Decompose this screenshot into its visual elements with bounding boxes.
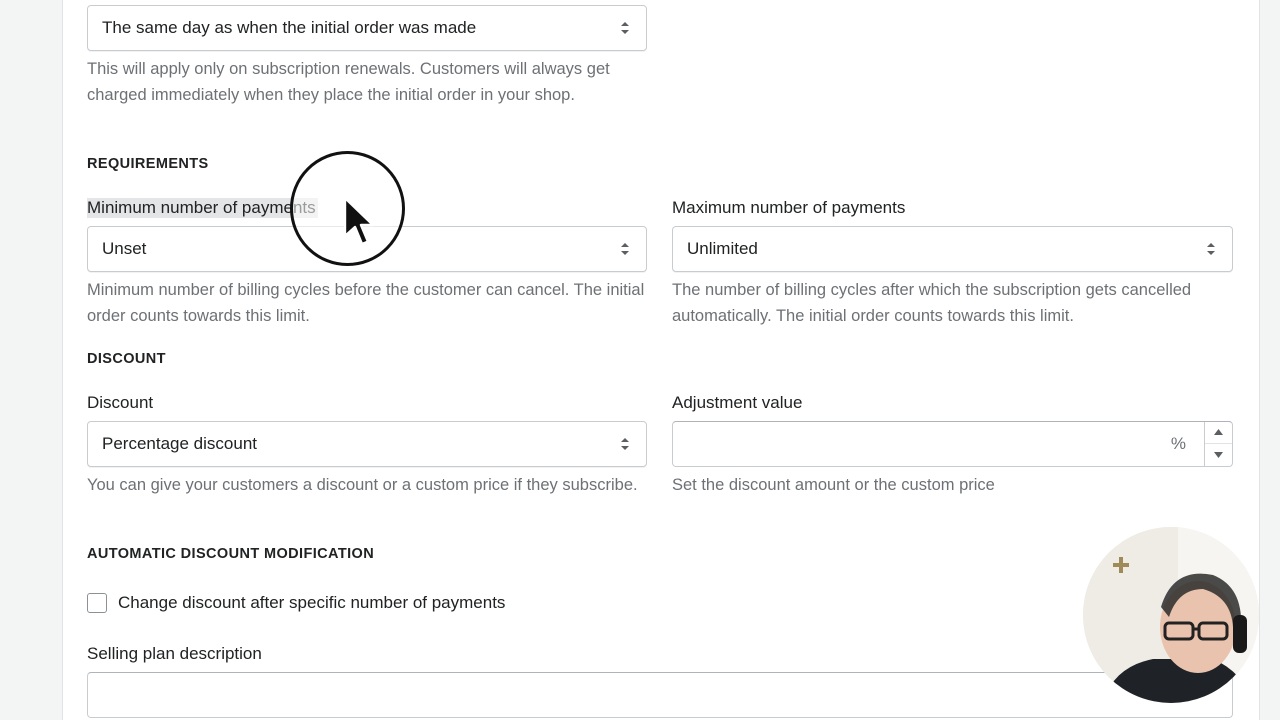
min-payments-select-value: Unset [102,239,147,258]
updown-caret-icon [621,243,629,255]
discount-type-label: Discount [87,393,154,412]
selling-plan-description-label: Selling plan description [87,644,262,663]
min-payments-help: Minimum number of billing cycles before … [87,281,645,325]
billing-day-help: This will apply only on subscription ren… [87,60,610,104]
discount-type-select-value: Percentage discount [102,434,257,453]
updown-caret-icon [621,438,629,450]
mouse-pointer-icon [343,196,375,246]
discount-type-select[interactable]: Percentage discount [87,421,647,467]
billing-day-select-value: The same day as when the initial order w… [102,18,477,37]
percent-suffix: % [1170,434,1186,453]
adjustment-value-label: Adjustment value [672,393,803,412]
updown-caret-icon [621,22,629,34]
updown-caret-icon [1207,243,1215,255]
caret-up-icon [1214,429,1223,435]
stepper-down-button[interactable] [1205,444,1232,466]
max-payments-select[interactable]: Unlimited [672,226,1233,272]
adjustment-value-help: Set the discount amount or the custom pr… [672,476,995,494]
caret-down-icon [1214,452,1223,458]
requirements-heading: REQUIREMENTS [87,156,209,172]
billing-day-select[interactable]: The same day as when the initial order w… [87,5,647,51]
discount-type-help: You can give your customers a discount o… [87,476,638,494]
max-payments-label: Maximum number of payments [672,198,906,217]
max-payments-select-value: Unlimited [687,239,758,258]
stepper-up-button[interactable] [1205,422,1232,444]
webcam-overlay [1083,527,1259,703]
adjustment-value-input[interactable]: % [672,421,1233,467]
min-payments-label: Minimum number of payments [87,198,318,218]
auto-discount-heading: AUTOMATIC DISCOUNT MODIFICATION [87,546,375,562]
presenter-video [1083,527,1259,703]
discount-heading: DISCOUNT [87,351,166,367]
change-discount-checkbox-label[interactable]: Change discount after specific number of… [118,593,505,613]
selling-plan-description-input[interactable] [87,672,1233,718]
max-payments-help: The number of billing cycles after which… [672,281,1192,325]
change-discount-checkbox[interactable] [87,593,107,613]
adjustment-stepper[interactable] [1204,422,1232,466]
